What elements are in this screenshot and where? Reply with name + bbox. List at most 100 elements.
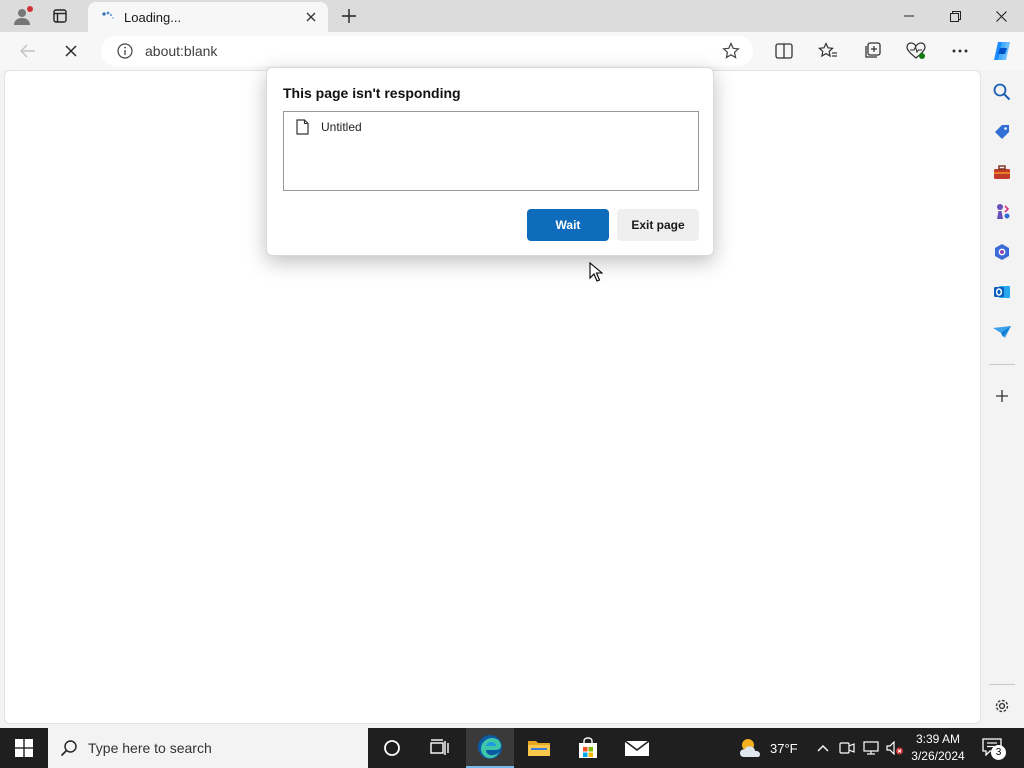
partly-cloudy-icon (740, 739, 760, 757)
browser-essentials-button[interactable] (903, 39, 929, 63)
tray-volume-button[interactable] (884, 728, 906, 768)
page-unresponsive-dialog: This page isn't responding Untitled Wait… (266, 67, 714, 256)
sidebar-settings-button[interactable] (991, 695, 1013, 717)
cortana-button[interactable] (368, 728, 416, 768)
exit-page-button[interactable]: Exit page (617, 209, 699, 241)
collections-button[interactable] (859, 39, 885, 63)
folder-icon (528, 741, 550, 756)
network-icon (863, 741, 879, 755)
chess-pawn-icon (997, 204, 1010, 219)
copilot-button[interactable] (989, 39, 1015, 63)
notification-count-badge: 3 (991, 745, 1006, 760)
list-item: Untitled (296, 119, 362, 135)
plus-icon (342, 9, 356, 23)
document-icon (296, 119, 309, 135)
favorite-star-button[interactable] (718, 39, 744, 63)
sidebar-drop-button[interactable] (991, 321, 1013, 343)
restore-icon (949, 10, 961, 22)
show-hidden-icons-button[interactable] (812, 728, 834, 768)
tray-network-button[interactable] (860, 728, 882, 768)
favorites-button[interactable] (815, 39, 841, 63)
tab-close-button[interactable] (302, 8, 320, 26)
address-url: about:blank (145, 43, 218, 59)
search-placeholder: Type here to search (88, 740, 212, 756)
edge-logo-icon (478, 735, 502, 759)
minimize-button[interactable] (886, 0, 932, 32)
sidebar-tools-button[interactable] (991, 161, 1013, 183)
mouse-cursor-icon (589, 262, 603, 282)
sidebar-search-button[interactable] (991, 81, 1013, 103)
task-view-button[interactable] (416, 728, 464, 768)
page-name: Untitled (321, 120, 362, 134)
cortana-circle-icon (384, 740, 400, 756)
edge-sidebar (981, 70, 1024, 726)
microsoft365-icon (995, 244, 1009, 260)
chevron-up-icon (817, 745, 829, 752)
taskbar-store-button[interactable] (564, 728, 612, 768)
tab-actions-icon (53, 9, 67, 23)
star-icon (722, 42, 740, 59)
stop-x-icon (65, 45, 77, 57)
sidebar-divider (989, 684, 1015, 685)
tab-title: Loading... (124, 9, 182, 25)
more-dots-icon (952, 49, 968, 53)
taskbar-file-explorer-button[interactable] (515, 728, 563, 768)
task-view-icon (430, 739, 449, 755)
info-icon (117, 43, 133, 59)
settings-more-button[interactable] (947, 39, 973, 63)
stop-loading-button[interactable] (58, 39, 84, 63)
sidebar-shopping-button[interactable] (991, 121, 1013, 143)
gear-icon (995, 699, 1009, 713)
volume-muted-icon (886, 741, 903, 755)
camera-icon (839, 742, 855, 754)
sidebar-games-button[interactable] (991, 201, 1013, 223)
loading-spinner-icon (100, 9, 116, 25)
taskbar-mail-button[interactable] (613, 728, 661, 768)
taskbar-clock[interactable]: 3:39 AM 3/26/2024 (906, 731, 970, 765)
profile-button[interactable] (8, 4, 36, 28)
taskbar-edge-button[interactable] (466, 728, 514, 768)
clock-date: 3/26/2024 (911, 749, 965, 763)
mail-envelope-icon (624, 740, 650, 756)
active-tab[interactable]: Loading... (88, 2, 328, 32)
wait-button[interactable]: Wait (527, 209, 609, 241)
new-tab-button[interactable] (338, 5, 360, 27)
action-center-button[interactable]: 3 (978, 734, 1008, 762)
dialog-title: This page isn't responding (283, 85, 461, 101)
store-bag-icon (579, 737, 597, 758)
minimize-icon (904, 15, 914, 17)
browser-toolbar: about:blank (0, 32, 1024, 70)
search-icon (60, 740, 77, 757)
windows-logo-icon (15, 739, 33, 757)
split-screen-button[interactable] (771, 39, 797, 63)
window-close-button[interactable] (978, 0, 1024, 32)
collections-icon (865, 42, 881, 58)
search-icon (993, 83, 1011, 101)
unresponsive-pages-list: Untitled (283, 111, 699, 191)
back-arrow-icon (20, 44, 35, 58)
sidebar-outlook-button[interactable] (991, 281, 1013, 303)
clock-time: 3:39 AM (915, 732, 961, 746)
restore-button[interactable] (932, 0, 978, 32)
sidebar-divider (989, 364, 1015, 365)
taskbar-search-box[interactable]: Type here to search (48, 728, 368, 768)
toolbox-icon (994, 165, 1010, 179)
tab-strip: Loading... (0, 0, 1024, 32)
split-screen-icon (775, 43, 793, 59)
profile-alert-dot (27, 6, 33, 12)
back-button[interactable] (15, 39, 41, 63)
start-button[interactable] (0, 728, 48, 768)
address-bar[interactable]: about:blank (101, 36, 753, 66)
close-icon (995, 10, 1007, 22)
shopping-tag-icon (995, 125, 1009, 139)
weather-temperature: 37°F (770, 740, 798, 756)
weather-widget[interactable]: 37°F (738, 728, 798, 768)
heart-pulse-icon (906, 42, 926, 59)
plus-icon (996, 390, 1008, 402)
tab-actions-button[interactable] (46, 4, 74, 28)
paper-plane-icon (993, 326, 1011, 338)
sidebar-add-button[interactable] (991, 385, 1013, 407)
close-icon (306, 12, 316, 22)
tray-meet-now-button[interactable] (836, 728, 858, 768)
sidebar-microsoft365-button[interactable] (991, 241, 1013, 263)
